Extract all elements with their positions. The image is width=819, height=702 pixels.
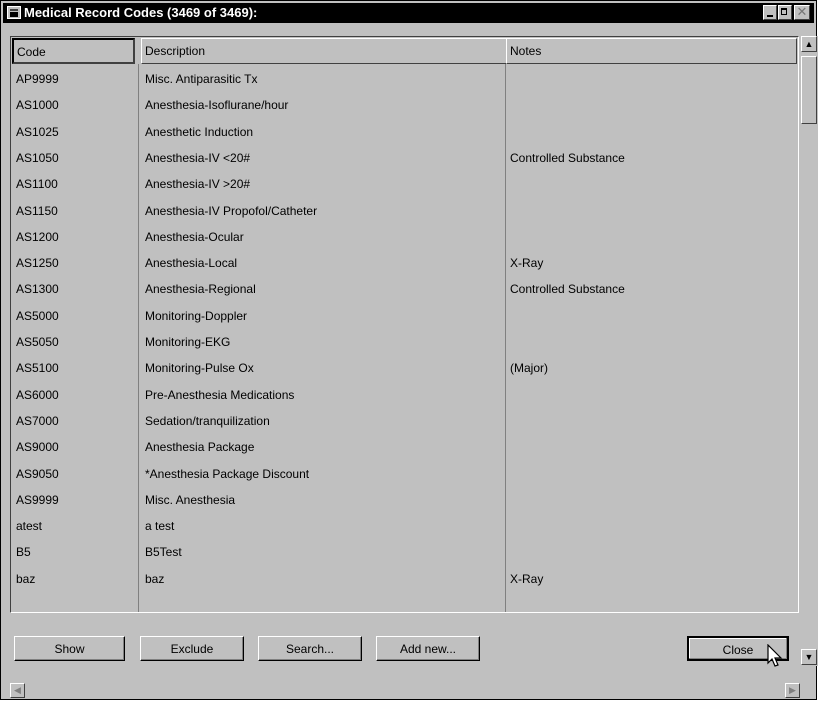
codes-table[interactable]: Code Description Notes AP9999 Misc. Antip…: [10, 36, 799, 613]
cell-code: AS9999: [16, 492, 59, 507]
cell-code: AS1150: [16, 203, 58, 218]
column-header-notes[interactable]: Notes: [506, 38, 797, 64]
table-row[interactable]: baz baz X-Ray: [11, 566, 798, 592]
mouse-pointer-icon: [767, 644, 783, 667]
cell-code: AS7000: [16, 413, 59, 428]
cell-description: Monitoring-Doppler: [145, 308, 248, 323]
cell-code: AS1100: [16, 177, 58, 192]
table-row[interactable]: AS1000 Anesthesia-Isoflurane/hour: [11, 92, 798, 118]
cell-code: AS1050: [16, 150, 59, 165]
cell-description: Misc. Anesthesia: [145, 492, 236, 507]
table-row[interactable]: AS9000 Anesthesia Package: [11, 434, 798, 460]
cell-code: B5: [16, 545, 31, 560]
table-row[interactable]: AS5000 Monitoring-Doppler: [11, 303, 798, 329]
cell-description: Monitoring-EKG: [145, 335, 231, 349]
table-row[interactable]: AP9999 Misc. Antiparasitic Tx: [11, 66, 798, 92]
table-row[interactable]: B5 B5Test: [11, 539, 798, 565]
cell-code: AS1300: [16, 282, 59, 297]
maximize-icon[interactable]: [778, 5, 792, 20]
scroll-up-icon[interactable]: ▲: [801, 36, 817, 52]
cell-description: baz: [145, 571, 165, 586]
scroll-down-icon[interactable]: ▼: [801, 649, 817, 665]
table-row[interactable]: AS1100 Anesthesia-IV >20#: [11, 171, 798, 197]
window-title: Medical Record Codes (3469 of 3469):: [24, 5, 258, 20]
cell-description: Anesthesia-Isoflurane/hour: [145, 98, 289, 113]
cell-description: Anesthesia Package: [145, 440, 255, 455]
cell-notes: X-Ray: [510, 571, 544, 586]
cell-notes: Controlled Substance: [510, 150, 625, 165]
table-row[interactable]: AS1050 Anesthesia-IV <20# Controlled Subst…: [11, 145, 798, 171]
cell-code: AS6000: [16, 387, 59, 402]
cell-code: AP9999: [16, 72, 59, 86]
scroll-right-icon[interactable]: ▶: [785, 683, 800, 698]
cell-code: AS5000: [16, 308, 59, 323]
minimize-icon[interactable]: [763, 5, 777, 20]
scroll-left-icon[interactable]: ◀: [10, 683, 25, 698]
cell-description: Anesthesia-IV >20#: [145, 177, 251, 192]
table-row[interactable]: AS1300 Anesthesia-Regional Controlled Subs…: [11, 276, 798, 302]
table-row[interactable]: atest a test: [11, 513, 798, 539]
table-row[interactable]: AS5100 Monitoring-Pulse Ox (Major): [11, 355, 798, 381]
cell-code: AS9050: [16, 466, 59, 481]
show-button[interactable]: Show: [14, 636, 125, 661]
cell-code: AS5100: [16, 361, 59, 376]
cell-description: Anesthetic Induction: [145, 124, 254, 139]
cell-code: AS1200: [16, 229, 59, 244]
cell-notes: X-Ray: [510, 256, 544, 271]
app-icon: [7, 6, 21, 19]
cell-description: Anesthesia-Regional: [145, 282, 256, 297]
cell-code: AS1025: [16, 124, 59, 139]
search-button[interactable]: Search...: [258, 636, 362, 661]
table-row[interactable]: AS1250 Anesthesia-Local X-Ray: [11, 250, 798, 276]
cell-description: Misc. Antiparasitic Tx: [145, 72, 258, 86]
table-row[interactable]: AS1200 Anesthesia-Ocular: [11, 224, 798, 250]
cell-description: *Anesthesia Package Discount: [145, 466, 310, 481]
cell-code: AS9000: [16, 440, 59, 455]
horizontal-scrollbar[interactable]: ◀ ▶: [10, 683, 800, 698]
table-row[interactable]: AS9050 *Anesthesia Package Discount: [11, 461, 798, 487]
cell-description: Anesthesia-Ocular: [145, 229, 244, 244]
cell-description: Monitoring-Pulse Ox: [145, 361, 254, 376]
cell-notes: (Major): [510, 361, 548, 376]
add-new-button[interactable]: Add new...: [376, 636, 480, 661]
cell-description: Anesthesia-IV Propofol/Catheter: [145, 203, 318, 218]
medical-record-codes-window: Medical Record Codes (3469 of 3469): ✕ C…: [0, 0, 818, 700]
table-row[interactable]: AS5050 Monitoring-EKG: [11, 329, 798, 355]
cell-description: Sedation/tranquilization: [145, 413, 270, 428]
cell-code: AS5050: [16, 335, 59, 349]
cell-notes: Controlled Substance: [510, 282, 625, 297]
cell-description: Anesthesia-Local: [145, 256, 238, 271]
close-icon[interactable]: ✕: [794, 5, 810, 20]
table-row[interactable]: AS1150 Anesthesia-IV Propofol/Catheter: [11, 198, 798, 224]
table-row[interactable]: AS7000 Sedation/tranquilization: [11, 408, 798, 434]
cell-code: AS1250: [16, 256, 59, 271]
cell-code: atest: [16, 519, 43, 534]
cell-description: a test: [145, 519, 175, 534]
cell-description: Pre-Anesthesia Medications: [145, 387, 295, 402]
column-header-description[interactable]: Description: [141, 38, 509, 64]
scroll-thumb[interactable]: [801, 56, 817, 124]
cell-description: Anesthesia-IV <20#: [145, 150, 251, 165]
table-row[interactable]: AS9999 Misc. Anesthesia: [11, 487, 798, 513]
title-bar[interactable]: Medical Record Codes (3469 of 3469): ✕: [3, 3, 814, 23]
cell-description: B5Test: [145, 545, 182, 560]
vertical-scrollbar[interactable]: ▲ ▼: [801, 36, 818, 666]
exclude-button[interactable]: Exclude: [140, 636, 244, 661]
cell-code: AS1000: [16, 98, 59, 113]
column-header-code[interactable]: Code: [12, 38, 135, 64]
table-row[interactable]: AS6000 Pre-Anesthesia Medications: [11, 382, 798, 408]
table-row[interactable]: AS1025 Anesthetic Induction: [11, 119, 798, 145]
cell-code: baz: [16, 571, 36, 586]
